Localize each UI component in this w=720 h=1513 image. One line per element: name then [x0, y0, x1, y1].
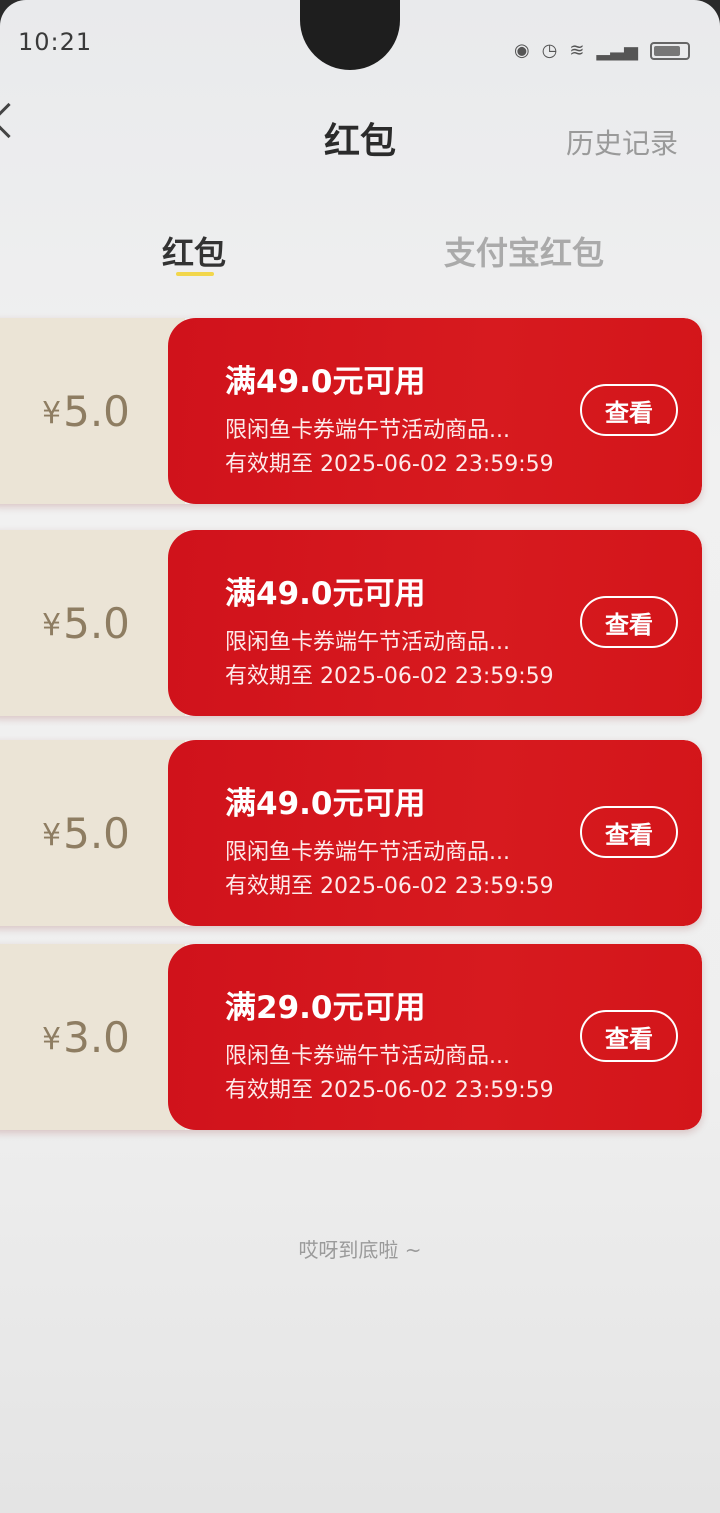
coupon-description: 限闲鱼卡券端午节活动商品...: [225, 840, 510, 865]
coupon-body: 满49.0元可用 限闲鱼卡券端午节活动商品... 有效期至 2025-06-02…: [168, 740, 702, 926]
wifi-icon: ≋: [569, 40, 585, 61]
tab-alipay-red-packet[interactable]: 支付宝红包: [444, 228, 604, 274]
coupon-card[interactable]: ¥ 3.0 满29.0元可用 限闲鱼卡券端午节活动商品... 有效期至 2025…: [0, 944, 702, 1130]
tab-red-packet[interactable]: 红包: [162, 228, 226, 274]
coupon-value: 3.0: [63, 1012, 130, 1062]
coupon-amount: ¥ 5.0: [42, 318, 130, 504]
tab-active-indicator: [176, 272, 214, 276]
currency-symbol: ¥: [42, 395, 62, 431]
camera-notch: [300, 0, 400, 70]
coupon-amount: ¥ 5.0: [42, 740, 130, 926]
alarm-icon: ◷: [541, 40, 558, 61]
coupon-card[interactable]: ¥ 5.0 满49.0元可用 限闲鱼卡券端午节活动商品... 有效期至 2025…: [0, 530, 702, 716]
currency-symbol: ¥: [42, 607, 62, 643]
coupon-card[interactable]: ¥ 5.0 满49.0元可用 限闲鱼卡券端午节活动商品... 有效期至 2025…: [0, 740, 702, 926]
coupon-condition: 满29.0元可用: [225, 990, 426, 1026]
coupon-amount: ¥ 5.0: [42, 530, 130, 716]
view-button[interactable]: 查看: [580, 1010, 678, 1062]
battery-icon: [650, 41, 690, 60]
view-button[interactable]: 查看: [580, 596, 678, 648]
coupon-body: 满49.0元可用 限闲鱼卡券端午节活动商品... 有效期至 2025-06-02…: [168, 530, 702, 716]
coupon-card[interactable]: ¥ 5.0 满49.0元可用 限闲鱼卡券端午节活动商品... 有效期至 2025…: [0, 318, 702, 504]
coupon-value: 5.0: [63, 808, 130, 858]
coupon-amount: ¥ 3.0: [42, 944, 130, 1130]
coupon-value: 5.0: [63, 598, 130, 648]
coupon-expiry: 有效期至 2025-06-02 23:59:59: [225, 874, 554, 899]
coupon-description: 限闲鱼卡券端午节活动商品...: [225, 1044, 510, 1069]
coupon-expiry: 有效期至 2025-06-02 23:59:59: [225, 1078, 554, 1103]
status-time: 10:21: [18, 28, 93, 56]
coupon-description: 限闲鱼卡券端午节活动商品...: [225, 630, 510, 655]
coupon-body: 满29.0元可用 限闲鱼卡券端午节活动商品... 有效期至 2025-06-02…: [168, 944, 702, 1130]
history-link[interactable]: 历史记录: [566, 122, 678, 162]
eye-icon: ◉: [513, 40, 530, 61]
coupon-condition: 满49.0元可用: [225, 364, 426, 400]
signal-icon: ▂▃▅: [596, 40, 638, 61]
currency-symbol: ¥: [42, 817, 62, 853]
coupon-description: 限闲鱼卡券端午节活动商品...: [225, 418, 510, 443]
status-icons: ◉ ◷ ≋ ▂▃▅: [514, 40, 690, 61]
list-end-text: 哎呀到底啦 ~: [298, 1238, 422, 1262]
coupon-value: 5.0: [63, 386, 130, 436]
phone-screen: 10:21 ◉ ◷ ≋ ▂▃▅ 红包 历史记录 红包 支付宝红包 ¥ 5.0 满…: [0, 0, 720, 1513]
coupon-expiry: 有效期至 2025-06-02 23:59:59: [225, 664, 554, 689]
currency-symbol: ¥: [42, 1021, 62, 1057]
coupon-body: 满49.0元可用 限闲鱼卡券端午节活动商品... 有效期至 2025-06-02…: [168, 318, 702, 504]
coupon-condition: 满49.0元可用: [225, 786, 426, 822]
view-button[interactable]: 查看: [580, 806, 678, 858]
coupon-expiry: 有效期至 2025-06-02 23:59:59: [225, 452, 554, 477]
view-button[interactable]: 查看: [580, 384, 678, 436]
coupon-condition: 满49.0元可用: [225, 576, 426, 612]
